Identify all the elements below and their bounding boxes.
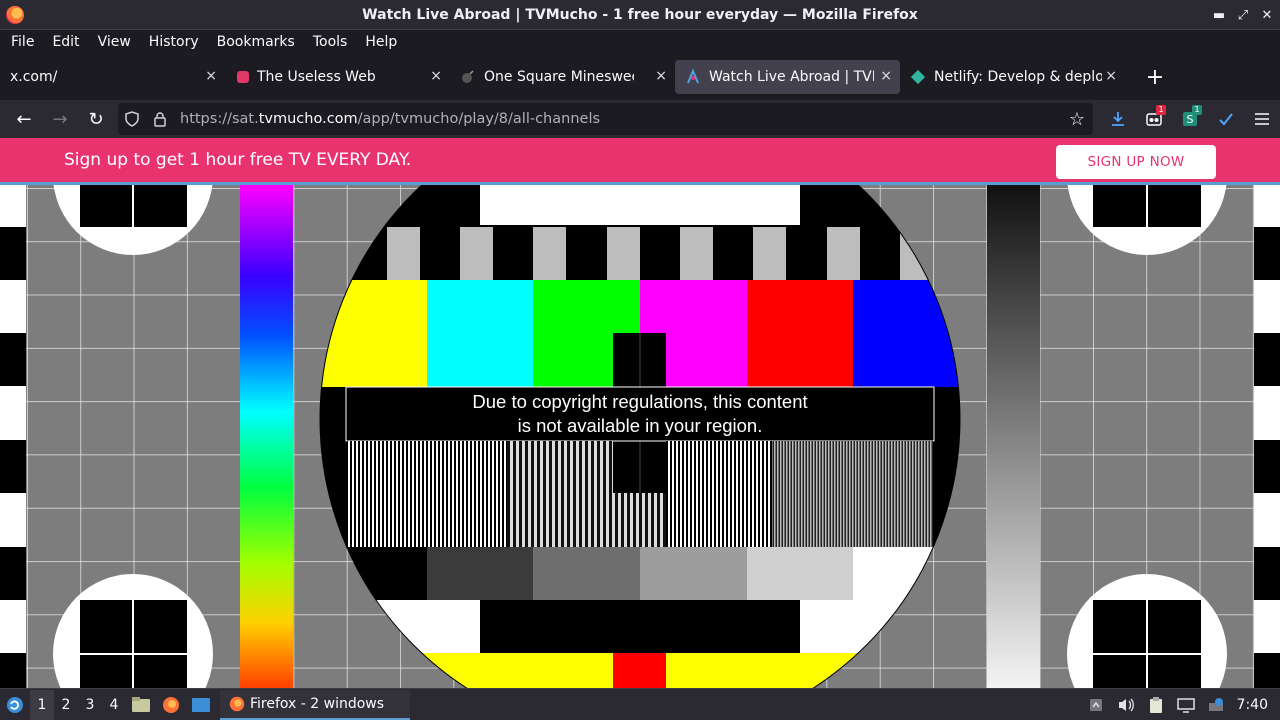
url-path: /app/tvmucho/play/8/all-channels	[357, 111, 601, 127]
firefox-window: Watch Live Abroad | TVMucho - 1 free hou…	[0, 0, 1280, 720]
terminal-icon[interactable]	[186, 690, 216, 720]
hamburger-menu-icon[interactable]	[1244, 103, 1280, 135]
clipboard-icon[interactable]	[1141, 690, 1171, 720]
useless-web-favicon-icon	[237, 71, 249, 83]
downloads-icon[interactable]	[1100, 103, 1136, 135]
tab-label: Netlify: Develop & deploy	[934, 69, 1102, 85]
url-bar[interactable]: https://sat.tvmucho.com/app/tvmucho/play…	[118, 103, 1093, 135]
close-tab-icon[interactable]: ×	[430, 68, 442, 84]
tab-label: The Useless Web	[257, 69, 376, 85]
menu-bookmarks[interactable]: Bookmarks	[210, 34, 302, 50]
menu-history[interactable]: History	[142, 34, 206, 50]
extension-s-icon[interactable]: S 1	[1172, 103, 1208, 135]
netlify-favicon-icon	[910, 69, 926, 85]
menu-tools[interactable]: Tools	[306, 34, 355, 50]
tab-netlify[interactable]: Netlify: Develop & deploy ×	[900, 60, 1125, 94]
workspace-2[interactable]: 2	[54, 690, 78, 720]
tab-x[interactable]: x.com/ ×	[0, 60, 225, 94]
extension-badge: 1	[1156, 105, 1166, 115]
window-title: Watch Live Abroad | TVMucho - 1 free hou…	[362, 6, 918, 23]
firefox-launcher-icon[interactable]	[156, 690, 186, 720]
tab-label: x.com/	[10, 69, 58, 85]
tracking-protection-shield-icon[interactable]	[118, 103, 146, 135]
menu-help[interactable]: Help	[358, 34, 404, 50]
start-menu-icon[interactable]	[0, 690, 30, 720]
window-controls: ▬ ⤢ ✕	[1212, 0, 1274, 30]
url-text[interactable]: https://sat.tvmucho.com/app/tvmucho/play…	[180, 111, 600, 127]
firefox-icon	[229, 696, 245, 711]
extension-check-icon[interactable]	[1208, 103, 1244, 135]
taskbar: 1 2 3 4 Firefox - 2 windows 7:40	[0, 688, 1280, 720]
menu-edit[interactable]: Edit	[45, 34, 86, 50]
close-tab-icon[interactable]: ×	[205, 68, 217, 84]
close-window-button[interactable]: ✕	[1260, 8, 1274, 23]
message-line-1: Due to copyright regulations, this conte…	[472, 391, 808, 412]
file-manager-icon[interactable]	[126, 690, 156, 720]
signup-promo-banner: Sign up to get 1 hour free TV EVERY DAY.…	[0, 138, 1280, 185]
geo-block-message: Due to copyright regulations, this conte…	[347, 390, 933, 440]
tab-minesweeper[interactable]: One Square Minesweeper ×	[450, 60, 675, 94]
navigation-bar: ← → ↻ https://sat.tvmucho.com/app/tvmuch…	[0, 100, 1280, 138]
menu-bar: File Edit View History Bookmarks Tools H…	[0, 30, 1280, 54]
system-tray: 7:40	[1081, 689, 1280, 720]
menu-file[interactable]: File	[4, 34, 41, 50]
tab-label: One Square Minesweeper	[484, 69, 634, 85]
toolbar-extensions: 1 S 1	[1100, 100, 1280, 138]
back-button[interactable]: ←	[6, 103, 42, 135]
promo-text: Sign up to get 1 hour free TV EVERY DAY.	[64, 150, 412, 170]
firefox-logo-icon	[6, 6, 24, 24]
tvmucho-favicon-icon	[685, 68, 701, 85]
bomb-favicon-icon	[460, 69, 476, 85]
window-titlebar: Watch Live Abroad | TVMucho - 1 free hou…	[0, 0, 1280, 30]
minimize-button[interactable]: ▬	[1212, 8, 1226, 23]
url-prefix: https://sat.	[180, 111, 259, 127]
display-icon[interactable]	[1171, 690, 1201, 720]
clock[interactable]: 7:40	[1231, 697, 1280, 713]
extension-ublock-icon[interactable]: 1	[1136, 103, 1172, 135]
taskbar-window-label: Firefox - 2 windows	[250, 695, 385, 712]
close-tab-icon[interactable]: ×	[1105, 68, 1117, 84]
web-page: Sign up to get 1 hour free TV EVERY DAY.…	[0, 138, 1280, 688]
tab-tvmucho[interactable]: Watch Live Abroad | TVMucho ×	[675, 60, 900, 94]
workspace-4[interactable]: 4	[102, 690, 126, 720]
message-line-2: is not available in your region.	[517, 415, 763, 436]
close-tab-icon[interactable]: ×	[880, 68, 892, 84]
extension-badge: 1	[1192, 105, 1202, 115]
taskbar-firefox-window[interactable]: Firefox - 2 windows	[220, 689, 410, 720]
network-update-icon[interactable]	[1201, 690, 1231, 720]
volume-icon[interactable]	[1111, 690, 1141, 720]
new-tab-button[interactable]: +	[1141, 65, 1169, 90]
menu-view[interactable]: View	[91, 34, 138, 50]
tab-label: Watch Live Abroad | TVMucho	[709, 69, 874, 85]
workspace-3[interactable]: 3	[78, 690, 102, 720]
tab-strip: x.com/ × The Useless Web × One Square Mi…	[0, 58, 1280, 96]
workspace-1[interactable]: 1	[30, 689, 54, 720]
tab-useless-web[interactable]: The Useless Web ×	[225, 60, 450, 94]
svg-text:S: S	[1187, 113, 1194, 126]
forward-button[interactable]: →	[42, 103, 78, 135]
close-tab-icon[interactable]: ×	[655, 68, 667, 84]
tray-up-arrow-icon[interactable]	[1081, 690, 1111, 720]
sign-up-now-button[interactable]: SIGN UP NOW	[1056, 145, 1216, 179]
lock-icon[interactable]	[146, 103, 174, 135]
video-player[interactable]: Due to copyright regulations, this conte…	[0, 138, 1280, 688]
maximize-button[interactable]: ⤢	[1236, 8, 1250, 23]
bookmark-star-icon[interactable]: ☆	[1069, 103, 1085, 135]
reload-button[interactable]: ↻	[78, 103, 114, 135]
url-domain: tvmucho.com	[258, 111, 358, 127]
